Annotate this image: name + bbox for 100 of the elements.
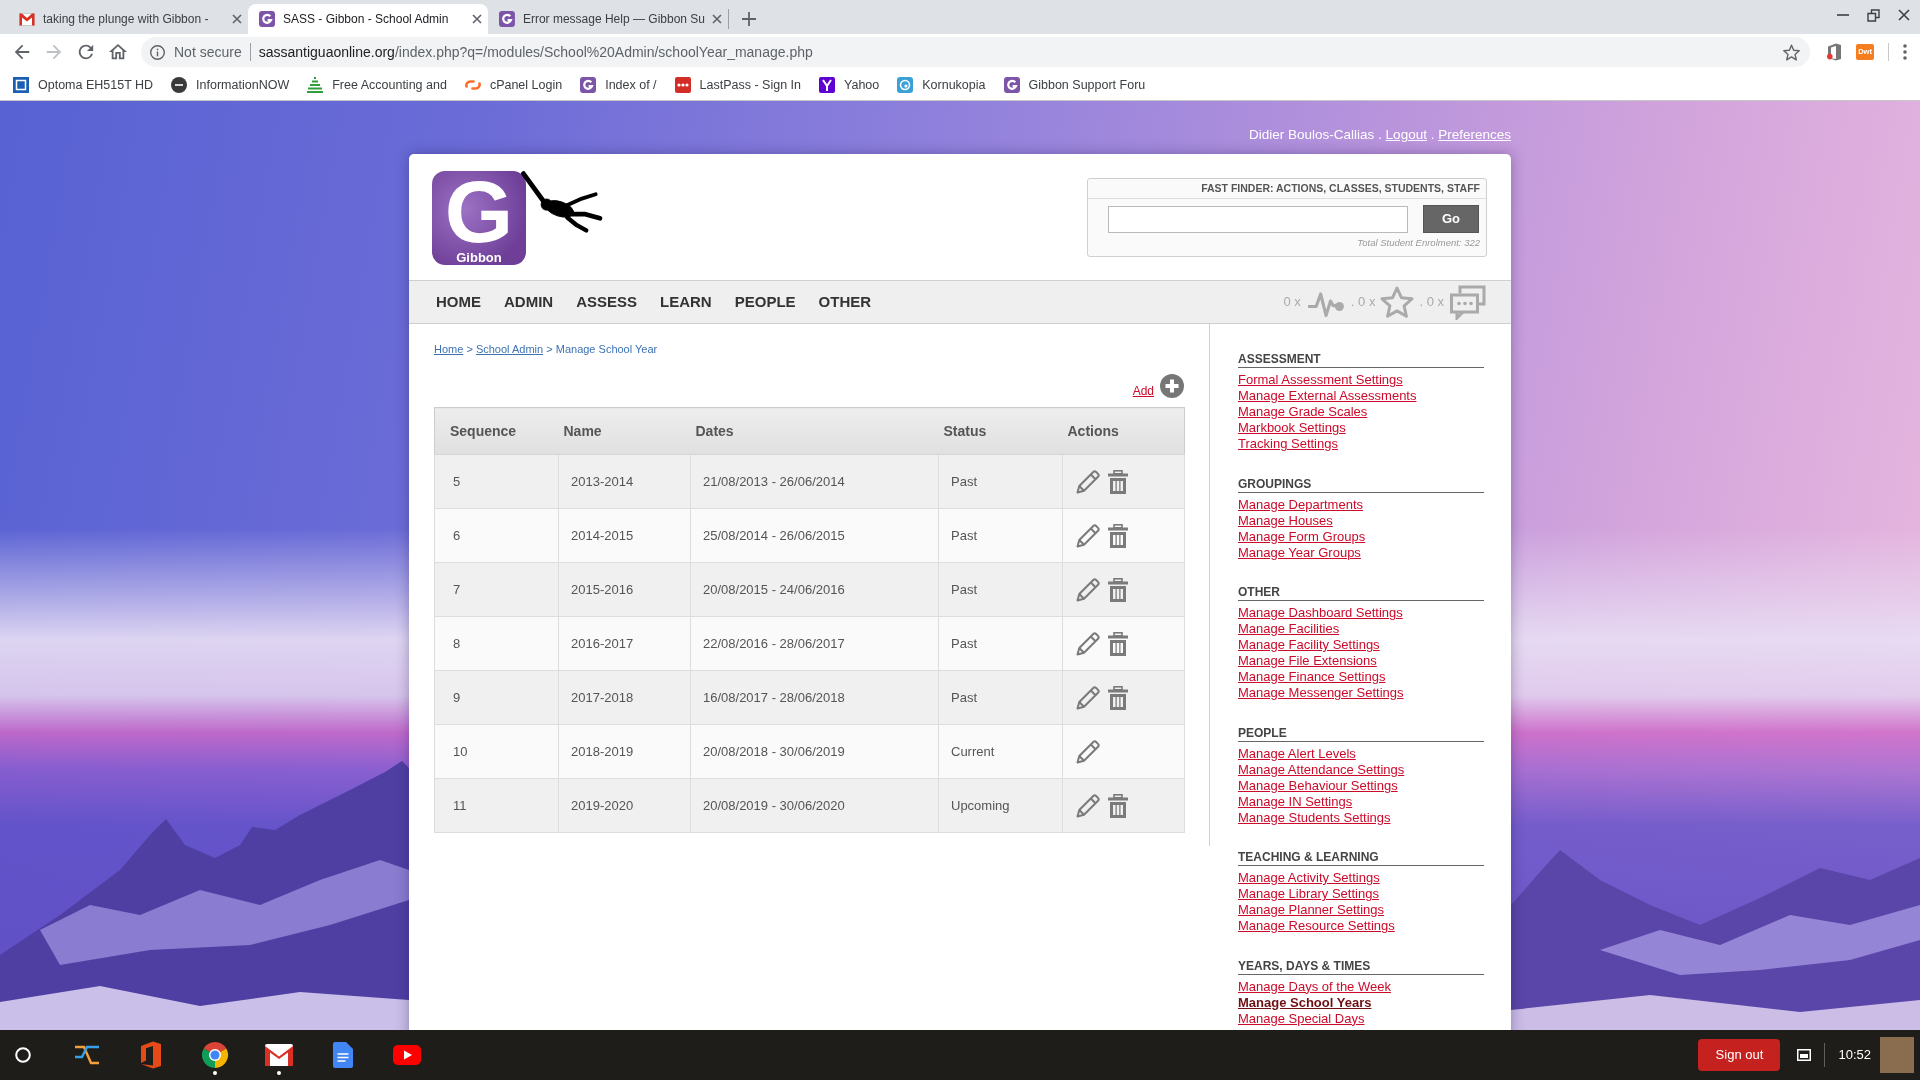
bookmark-item[interactable]: Free Accounting and (299, 72, 457, 98)
trash-icon[interactable] (1108, 793, 1128, 818)
security-label[interactable]: Not secure (174, 41, 242, 63)
nav-link[interactable]: PEOPLE (734, 290, 796, 314)
sidebar-link[interactable]: Manage IN Settings (1238, 793, 1353, 810)
sidebar-link[interactable]: Manage Special Days (1238, 1010, 1365, 1027)
go-button[interactable]: Go (1423, 205, 1479, 233)
sidebar-heading: TEACHING & LEARNING (1238, 850, 1484, 866)
breadcrumb-link[interactable]: School Admin (475, 343, 544, 355)
trash-icon[interactable] (1108, 685, 1128, 710)
trash-icon[interactable] (1108, 631, 1128, 656)
segmented-circle-icon[interactable] (201, 1041, 229, 1069)
sidebar-link[interactable]: Manage Resource Settings (1238, 918, 1395, 934)
table-cell: 2015-2016 (558, 562, 691, 617)
sidebar-link[interactable]: Formal Assessment Settings (1238, 372, 1403, 388)
table-cell: 5 (434, 454, 559, 509)
add-link[interactable]: Add (1132, 384, 1154, 398)
envelope-icon[interactable] (265, 1044, 293, 1066)
home-icon[interactable] (109, 43, 127, 61)
bookmark-item[interactable]: Kornukopia (889, 72, 996, 98)
sidebar-heading: YEARS, DAYS & TIMES (1238, 958, 1484, 975)
plus-icon[interactable] (742, 12, 756, 26)
sidebar-link[interactable]: Manage Dashboard Settings (1238, 605, 1403, 621)
sidebar-link[interactable]: Manage Planner Settings (1238, 902, 1384, 918)
nav-link[interactable]: ADMIN (504, 290, 554, 314)
sidebar-link[interactable]: Manage School Years (1238, 994, 1372, 1011)
info-icon[interactable] (150, 44, 165, 60)
document-icon[interactable] (333, 1042, 353, 1068)
address-bar[interactable]: Not secure sassantiguaonline.org/index.php?q=/modules/School%20Admin/schoolYear_manage.php (141, 37, 1810, 67)
sidebar-link[interactable]: Tracking Settings (1238, 436, 1338, 452)
door-shape-icon[interactable] (1826, 43, 1842, 61)
close-icon[interactable] (472, 14, 482, 24)
table-cell: 16/08/2017 - 28/06/2018 (690, 670, 939, 725)
fast-finder-title: FAST FINDER: ACTIONS, CLASSES, STUDENTS, STAFF (1088, 179, 1486, 199)
bookmark-item[interactable]: InformationNOW (163, 72, 300, 98)
restore-icon[interactable] (1867, 8, 1880, 22)
browser-tab[interactable]: taking the plunge with Gibbon - (8, 4, 248, 34)
search-field[interactable] (1108, 205, 1408, 233)
sidebar-link[interactable]: Markbook Settings (1238, 420, 1346, 436)
pencil-icon[interactable] (1075, 630, 1101, 657)
browser-tab[interactable]: Error message Help — Gibbon Su (488, 4, 728, 34)
sidebar-link[interactable]: Manage Behaviour Settings (1238, 777, 1398, 794)
bookmark-item[interactable]: Yahoo (811, 72, 890, 98)
reload-icon[interactable] (77, 43, 95, 61)
sidebar-link[interactable]: Manage Departments (1238, 496, 1363, 513)
table-cell: 2017-2018 (558, 670, 691, 725)
sidebar-link[interactable]: Manage Finance Settings (1238, 669, 1386, 685)
breadcrumb-link[interactable]: Home (434, 343, 464, 355)
nav-link[interactable]: LEARN (660, 290, 712, 314)
sidebar-link[interactable]: Manage File Extensions (1238, 653, 1377, 669)
sidebar-link[interactable]: Manage Alert Levels (1238, 745, 1356, 762)
pencil-icon[interactable] (1075, 468, 1101, 495)
star-icon[interactable] (1380, 286, 1415, 318)
pencil-icon[interactable] (1075, 576, 1101, 603)
sidebar-link[interactable]: Manage Attendance Settings (1238, 761, 1405, 778)
sidebar-link[interactable]: Manage Facilities (1238, 621, 1340, 637)
bookmark-item[interactable]: Optoma EH515T HD (5, 72, 164, 98)
crossed-lines-icon[interactable] (74, 1044, 100, 1066)
sidebar-link[interactable]: Manage Messenger Settings (1238, 685, 1404, 701)
table-cell: 2016-2017 (558, 616, 691, 671)
sidebar-link[interactable]: Manage External Assessments (1238, 388, 1417, 404)
screen-icon[interactable] (1797, 1049, 1812, 1061)
sidebar-link[interactable]: Manage Year Groups (1238, 544, 1361, 561)
star-icon[interactable] (1783, 43, 1800, 61)
bookmark-item[interactable]: Gibbon Support Foru (995, 72, 1156, 98)
pencil-icon[interactable] (1075, 738, 1101, 765)
close-icon[interactable] (712, 14, 722, 24)
trash-icon[interactable] (1108, 469, 1128, 494)
pencil-icon[interactable] (1075, 522, 1101, 549)
photo-placeholder (1880, 1037, 1914, 1073)
sidebar-link[interactable]: Manage Houses (1238, 512, 1333, 529)
table-cell: 6 (434, 508, 559, 563)
nav-link[interactable]: ASSESS (576, 290, 638, 314)
close-icon[interactable] (1898, 9, 1910, 21)
sidebar-link[interactable]: Manage Activity Settings (1238, 870, 1380, 886)
bookmark-item[interactable]: cPanel Login (456, 72, 573, 98)
sidebar-link[interactable]: Manage Form Groups (1238, 528, 1366, 545)
sidebar-link[interactable]: Manage Grade Scales (1238, 404, 1368, 420)
browser-tab[interactable]: SASS - Gibbon - School Admin (248, 4, 488, 34)
pencil-icon[interactable] (1075, 792, 1101, 819)
back-arrow-icon[interactable] (13, 43, 31, 61)
bookmark-item[interactable]: Index of / (572, 72, 667, 98)
close-icon[interactable] (232, 14, 242, 24)
nav-link[interactable]: HOME (436, 290, 481, 314)
plus-circle-icon[interactable] (1160, 374, 1184, 398)
kebab-menu-icon[interactable] (1903, 44, 1907, 60)
launcher-circle-icon[interactable] (15, 1047, 31, 1063)
sidebar-link[interactable]: Manage Days of the Week (1238, 978, 1391, 995)
sidebar-link[interactable]: Manage Students Settings (1238, 809, 1391, 826)
play-button-icon[interactable] (393, 1045, 421, 1065)
notification-count: . 0 x (1350, 293, 1376, 312)
sign-out-button[interactable]: Sign out (1698, 1039, 1781, 1071)
sidebar-link[interactable]: Manage Library Settings (1238, 886, 1379, 902)
trash-icon[interactable] (1108, 577, 1128, 602)
sidebar-link[interactable]: Manage Facility Settings (1238, 637, 1380, 653)
door-shape-icon[interactable] (140, 1041, 162, 1069)
nav-link[interactable]: OTHER (818, 290, 872, 314)
bookmark-item[interactable]: LastPass - Sign In (666, 72, 812, 98)
pencil-icon[interactable] (1075, 684, 1101, 711)
trash-icon[interactable] (1108, 523, 1128, 548)
